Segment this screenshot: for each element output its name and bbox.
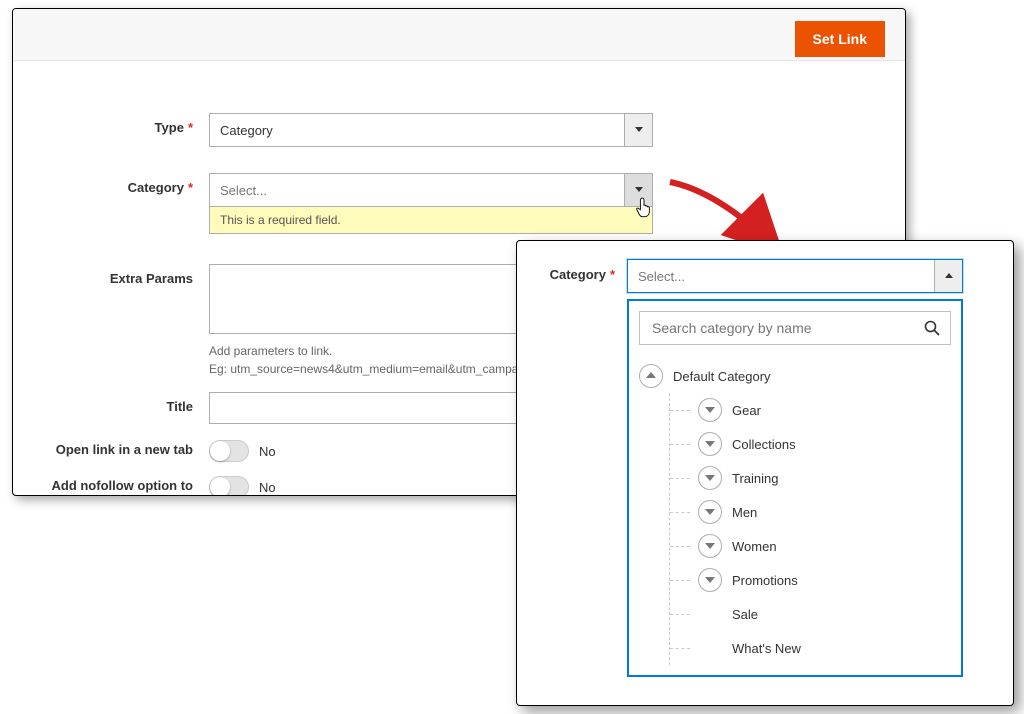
panel-header: Set Link bbox=[13, 9, 905, 61]
expand-icon[interactable] bbox=[698, 432, 722, 456]
tree-item[interactable]: Men bbox=[670, 495, 951, 529]
nofollow-label: Add nofollow option to link bbox=[43, 476, 209, 496]
collapse-icon[interactable] bbox=[639, 364, 663, 388]
expand-icon[interactable] bbox=[698, 534, 722, 558]
category-select-placeholder: Select... bbox=[628, 269, 934, 284]
tree-item[interactable]: Gear bbox=[670, 393, 951, 427]
open-new-tab-value: No bbox=[259, 444, 276, 459]
type-select[interactable]: Category bbox=[209, 113, 653, 147]
nofollow-value: No bbox=[259, 480, 276, 495]
category-dropdown-list: Default Category Gear Collections Training… bbox=[627, 299, 963, 677]
category-select[interactable]: Select... bbox=[209, 173, 653, 207]
tree-item[interactable]: Promotions bbox=[670, 563, 951, 597]
tree-item-label: Sale bbox=[732, 607, 758, 622]
tree-item-label: Gear bbox=[732, 403, 761, 418]
expand-icon[interactable] bbox=[698, 466, 722, 490]
category-label: Category* bbox=[43, 173, 209, 195]
tree-root[interactable]: Default Category bbox=[639, 359, 951, 393]
nofollow-toggle[interactable] bbox=[209, 476, 249, 496]
category-search-input[interactable] bbox=[650, 319, 924, 337]
expand-icon[interactable] bbox=[698, 398, 722, 422]
category-error: This is a required field. bbox=[209, 207, 653, 234]
category-placeholder: Select... bbox=[210, 183, 624, 198]
tree-item[interactable]: What's New bbox=[670, 631, 951, 665]
tree-item[interactable]: Collections bbox=[670, 427, 951, 461]
tree-item-label: Promotions bbox=[732, 573, 798, 588]
open-new-tab-toggle[interactable] bbox=[209, 440, 249, 462]
tree-item-label: What's New bbox=[732, 641, 801, 656]
caret-down-icon bbox=[624, 174, 652, 206]
category-dropdown-panel: Category* Select... bbox=[516, 240, 1014, 706]
tree-item[interactable]: Women bbox=[670, 529, 951, 563]
type-value: Category bbox=[210, 123, 624, 138]
extra-params-label: Extra Params bbox=[43, 264, 209, 286]
expand-icon[interactable] bbox=[698, 500, 722, 524]
category-select-open[interactable]: Select... bbox=[627, 259, 963, 293]
caret-up-icon bbox=[934, 260, 962, 292]
tree-item-label: Training bbox=[732, 471, 778, 486]
open-new-tab-label: Open link in a new tab bbox=[43, 440, 209, 457]
tree-item-label: Men bbox=[732, 505, 757, 520]
tree-item-label: Women bbox=[732, 539, 777, 554]
expand-icon[interactable] bbox=[698, 568, 722, 592]
set-link-button[interactable]: Set Link bbox=[795, 21, 885, 57]
category-search[interactable] bbox=[639, 311, 951, 345]
tree-item-label: Collections bbox=[732, 437, 796, 452]
caret-down-icon bbox=[624, 114, 652, 146]
tree-item[interactable]: Sale bbox=[670, 597, 951, 631]
dropdown-category-label: Category* bbox=[537, 259, 627, 677]
title-label: Title bbox=[43, 392, 209, 414]
tree-item[interactable]: Training bbox=[670, 461, 951, 495]
tree-root-label: Default Category bbox=[673, 369, 771, 384]
search-icon bbox=[924, 320, 940, 336]
type-label: Type* bbox=[43, 113, 209, 135]
